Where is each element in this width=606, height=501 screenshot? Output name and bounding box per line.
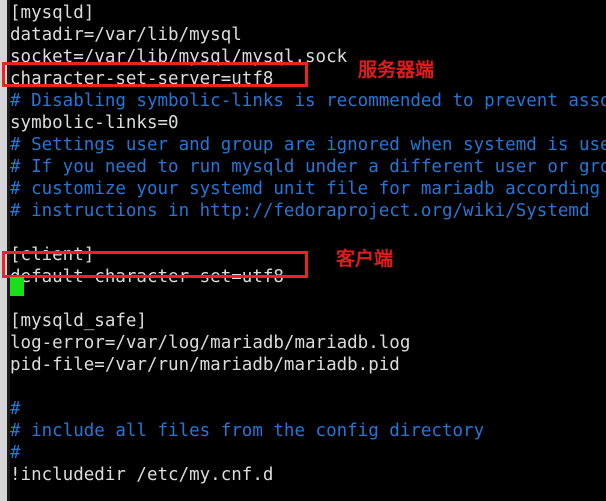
editor-line: socket=/var/lib/mysql/mysql.sock [10,47,348,67]
editor-line: # If you need to run mysqld under a diff… [10,157,606,177]
editor-line: # Disabling symbolic-links is recommende… [10,91,606,111]
editor-line: pid-file=/var/run/mariadb/mariadb.pid [10,355,400,375]
terminal-window: [mysqld] datadir=/var/lib/mysql socket=/va… [0,0,606,501]
editor-line: # [10,443,21,463]
annotation-server-side: 服务器端 [358,59,435,81]
editor-line: !includedir /etc/my.cnf.d [10,465,274,485]
annotation-client-side: 客户端 [336,248,394,270]
editor-line: character-set-server=utf8 [10,69,274,89]
editor-line: log-error=/var/log/mariadb/mariadb.log [10,333,411,353]
editor-line: default-character-set=utf8 [10,267,284,287]
editor-line: symbolic-links=0 [10,113,179,133]
editor-line: [mysqld_safe] [10,311,147,331]
editor-line: # customize your systemd unit file for m… [10,179,606,199]
editor-line: # include all files from the config dire… [10,421,485,441]
editor-line: # [10,399,21,419]
editor-line: [client] [10,245,95,265]
editor-line: [mysqld] [10,3,95,23]
editor-line: # instructions in http://fedoraproject.o… [10,201,590,221]
editor-line: # Settings user and group are ignored wh… [10,135,606,155]
window-left-gutter [0,0,7,501]
editor-text-area[interactable]: [mysqld] datadir=/var/lib/mysql socket=/va… [10,0,606,501]
editor-line: datadir=/var/lib/mysql [10,25,242,45]
text-cursor [10,277,24,296]
